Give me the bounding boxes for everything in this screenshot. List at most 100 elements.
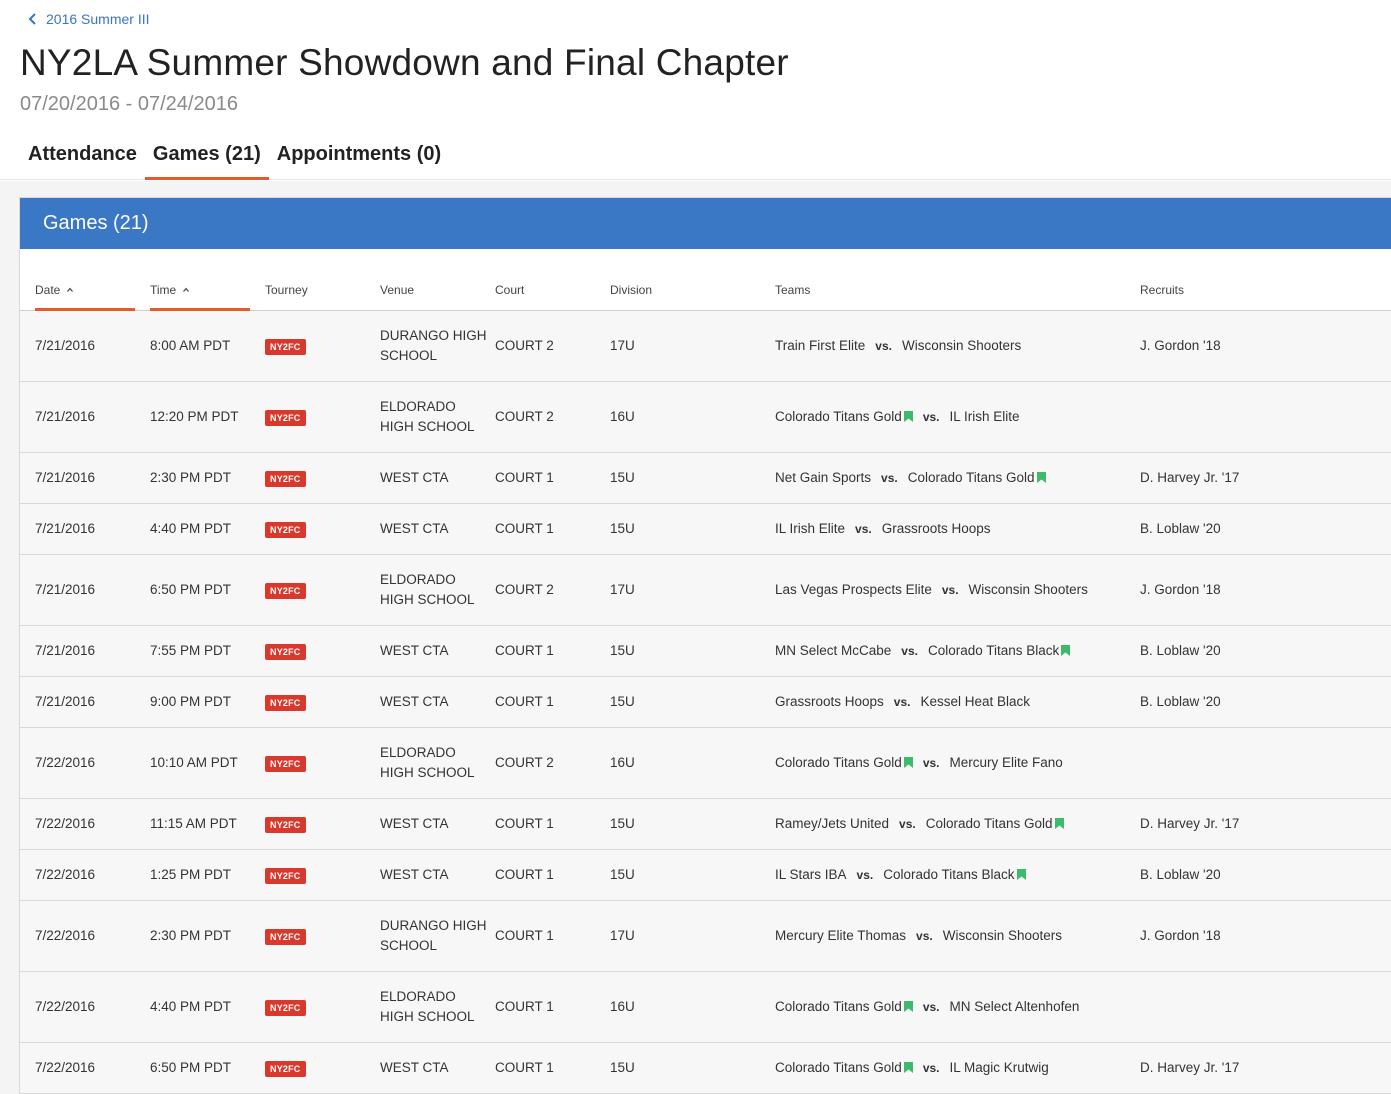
game-court: COURT 1 [495,643,554,658]
game-venue: ELDORADO HIGH SCHOOL [380,989,475,1024]
game-division: 15U [610,816,635,831]
tab-games[interactable]: Games (21) [144,140,269,180]
team-home[interactable]: Colorado Titans Gold [775,1060,902,1075]
game-date: 7/22/2016 [35,816,96,831]
column-header-time[interactable]: Time [150,283,190,297]
game-teams: Net Gain Sports vs. Colorado Titans Gold [775,468,1046,488]
game-recruit[interactable]: J. Gordon '18 [1140,580,1221,600]
tourney-badge-cell: NY2FC [265,865,306,885]
team-away[interactable]: Kessel Heat Black [920,694,1030,709]
game-teams: Colorado Titans Gold vs. Mercury Elite Fan… [775,753,1063,773]
game-venue: WEST CTA [380,643,449,658]
table-row[interactable]: 7/22/2016 1:25 PM PDT NY2FC WEST CTA COURT 1… [20,850,1391,901]
game-time: 6:50 PM PDT [150,582,232,597]
team-away[interactable]: IL Irish Elite [950,409,1020,424]
team-home[interactable]: Mercury Elite Thomas [775,928,906,943]
game-division: 16U [610,755,635,770]
team-away[interactable]: Colorado Titans Gold [908,470,1035,485]
game-recruit[interactable]: J. Gordon '18 [1140,336,1221,356]
tourney-badge: NY2FC [265,756,306,772]
bookmark-flag-icon [1036,472,1046,483]
tab-appointments[interactable]: Appointments (0) [269,140,449,180]
game-teams: Colorado Titans Gold vs. IL Irish Elite [775,407,1020,427]
game-venue: ELDORADO HIGH SCHOOL [380,572,475,607]
versus-label: vs. [901,644,918,658]
versus-label: vs. [856,868,874,882]
column-header-teams[interactable]: Teams [775,283,810,297]
game-date: 7/22/2016 [35,1060,96,1075]
team-away[interactable]: Wisconsin Shooters [943,928,1062,943]
versus-label: vs. [922,1061,940,1075]
game-teams: IL Stars IBA vs. Colorado Titans Black [775,865,1026,885]
game-court: COURT 1 [495,999,554,1014]
bookmark-flag-icon [903,1001,913,1012]
tourney-badge: NY2FC [265,929,306,945]
column-header-recruits[interactable]: Recruits [1140,283,1184,297]
team-home[interactable]: IL Irish Elite [775,521,845,536]
team-home[interactable]: Grassroots Hoops [775,694,884,709]
tourney-badge: NY2FC [265,339,306,355]
game-date: 7/22/2016 [35,867,96,882]
versus-label: vs. [941,583,959,597]
game-recruit[interactable]: D. Harvey Jr. '17 [1140,468,1239,488]
game-recruit[interactable]: D. Harvey Jr. '17 [1140,814,1239,834]
team-away[interactable]: MN Select Altenhofen [950,999,1080,1014]
team-home[interactable]: Ramey/Jets United [775,816,889,831]
tourney-badge: NY2FC [265,583,306,599]
bookmark-flag-icon [1016,869,1026,880]
table-row[interactable]: 7/21/2016 12:20 PM PDT NY2FC ELDORADO HIGH … [20,382,1391,453]
table-row[interactable]: 7/21/2016 2:30 PM PDT NY2FC WEST CTA COURT 1… [20,453,1391,504]
game-court: COURT 2 [495,755,554,770]
back-link[interactable]: 2016 Summer III [28,11,150,27]
team-away[interactable]: Wisconsin Shooters [969,582,1088,597]
table-row[interactable]: 7/22/2016 6:50 PM PDT NY2FC WEST CTA COURT 1… [20,1043,1391,1093]
table-row[interactable]: 7/22/2016 4:40 PM PDT NY2FC ELDORADO HIGH S… [20,972,1391,1043]
team-away[interactable]: IL Magic Krutwig [950,1060,1049,1075]
team-away[interactable]: Mercury Elite Fano [950,755,1063,770]
team-home[interactable]: Train First Elite [775,338,865,353]
team-away[interactable]: Colorado Titans Gold [926,816,1053,831]
game-recruit[interactable]: B. Loblaw '20 [1140,692,1221,712]
column-header-venue[interactable]: Venue [380,283,414,297]
game-teams: Colorado Titans Gold vs. MN Select Altenho… [775,997,1079,1017]
team-home[interactable]: Las Vegas Prospects Elite [775,582,932,597]
game-recruit[interactable]: D. Harvey Jr. '17 [1140,1058,1239,1078]
column-header-court[interactable]: Court [495,283,524,297]
team-away[interactable]: Wisconsin Shooters [902,338,1021,353]
game-recruit[interactable]: B. Loblaw '20 [1140,641,1221,661]
team-away[interactable]: Colorado Titans Black [928,643,1059,658]
table-row[interactable]: 7/22/2016 10:10 AM PDT NY2FC ELDORADO HIGH … [20,728,1391,799]
table-row[interactable]: 7/21/2016 9:00 PM PDT NY2FC WEST CTA COURT 1… [20,677,1391,728]
team-home[interactable]: MN Select McCabe [775,643,891,658]
game-recruit[interactable]: B. Loblaw '20 [1140,865,1221,885]
table-row[interactable]: 7/21/2016 6:50 PM PDT NY2FC ELDORADO HIGH S… [20,555,1391,626]
team-home[interactable]: Colorado Titans Gold [775,999,902,1014]
column-header-tourney[interactable]: Tourney [265,283,308,297]
game-recruit[interactable]: B. Loblaw '20 [1140,519,1221,539]
tourney-badge-cell: NY2FC [265,997,306,1017]
column-header-date[interactable]: Date [35,283,74,297]
team-away[interactable]: Grassroots Hoops [882,521,991,536]
game-division: 15U [610,470,635,485]
tab-attendance[interactable]: Attendance [20,140,145,180]
team-home[interactable]: Colorado Titans Gold [775,409,902,424]
team-home[interactable]: IL Stars IBA [775,867,847,882]
table-row[interactable]: 7/22/2016 11:15 AM PDT NY2FC WEST CTA COURT … [20,799,1391,850]
team-home[interactable]: Colorado Titans Gold [775,755,902,770]
game-court: COURT 1 [495,470,554,485]
column-header-division[interactable]: Division [610,283,652,297]
table-row[interactable]: 7/22/2016 2:30 PM PDT NY2FC DURANGO HIGH SC… [20,901,1391,972]
page-title: NY2LA Summer Showdown and Final Chapter [20,42,789,83]
game-recruit[interactable]: J. Gordon '18 [1140,926,1221,946]
game-venue: DURANGO HIGH SCHOOL [380,918,487,953]
sort-up-icon [67,287,74,292]
game-date: 7/21/2016 [35,582,96,597]
table-row[interactable]: 7/21/2016 4:40 PM PDT NY2FC WEST CTA COURT 1… [20,504,1391,555]
game-division: 16U [610,409,635,424]
table-row[interactable]: 7/21/2016 8:00 AM PDT NY2FC DURANGO HIGH SC… [20,311,1391,382]
team-home[interactable]: Net Gain Sports [775,470,871,485]
page-header: 2016 Summer III NY2LA Summer Showdown an… [0,0,1391,180]
table-row[interactable]: 7/21/2016 7:55 PM PDT NY2FC WEST CTA COURT 1… [20,626,1391,677]
team-away[interactable]: Colorado Titans Black [883,867,1014,882]
game-venue: DURANGO HIGH SCHOOL [380,328,487,363]
